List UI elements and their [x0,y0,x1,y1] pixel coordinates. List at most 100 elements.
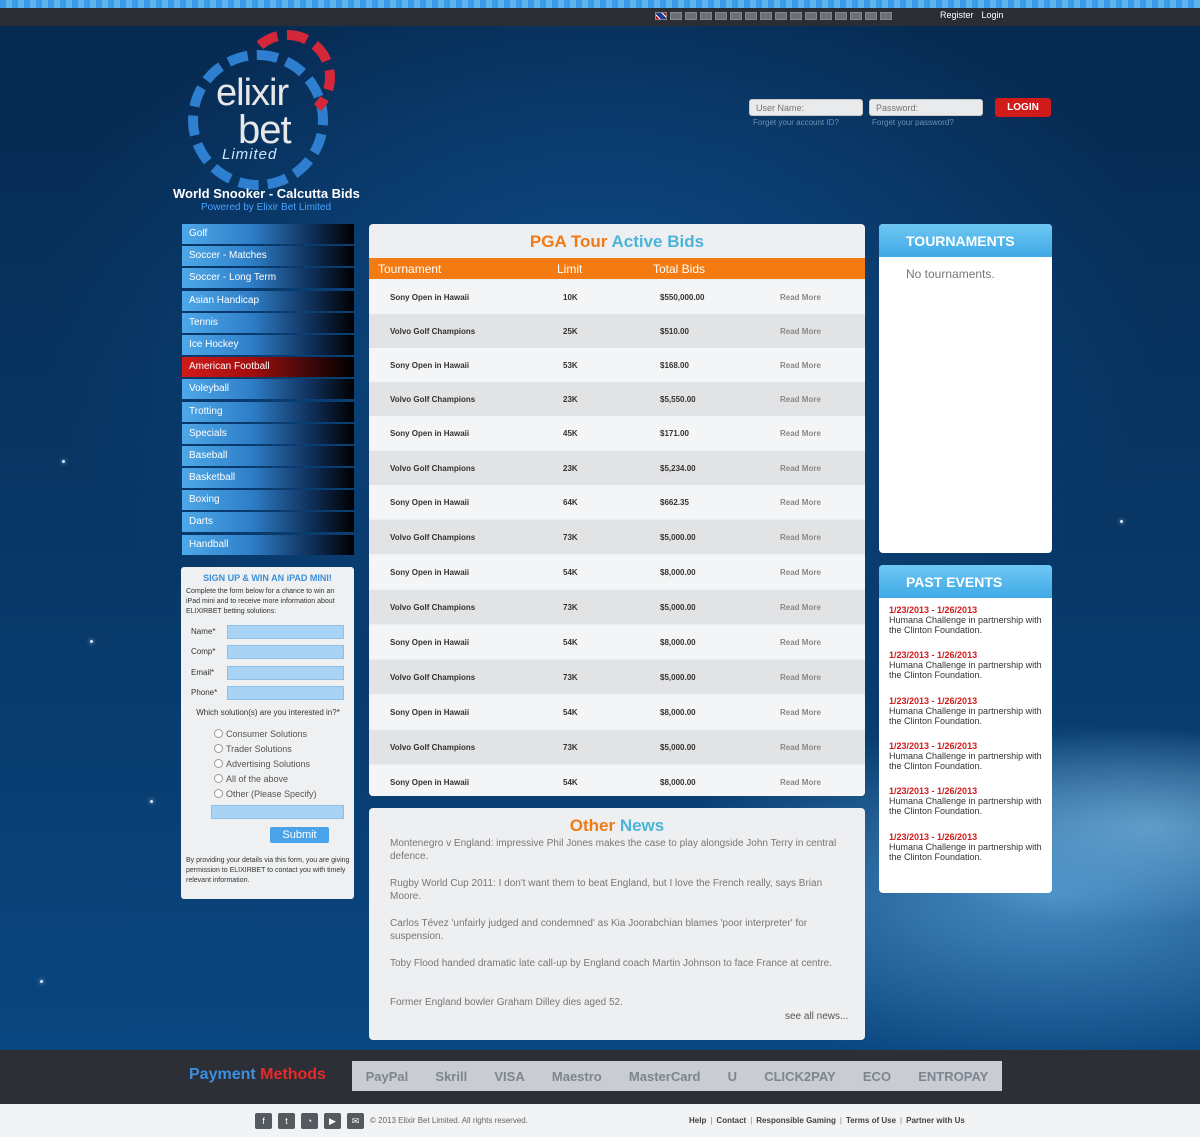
sidebar-item-ice-hockey[interactable]: Ice Hockey [182,334,354,355]
flag-icon[interactable] [700,12,712,20]
flag-icon[interactable] [715,12,727,20]
footer-link-partner-with-us[interactable]: Partner with Us [906,1116,965,1125]
past-event-item[interactable]: 1/23/2013 - 1/26/2013 Humana Challenge in… [889,605,1044,635]
company-input[interactable] [227,645,344,659]
sidebar-item-asian-handicap[interactable]: Asian Handicap [182,290,354,311]
past-event-item[interactable]: 1/23/2013 - 1/26/2013 Humana Challenge in… [889,696,1044,726]
read-more-link[interactable]: Read More [780,429,821,438]
username-input[interactable] [749,99,863,116]
radio-other[interactable]: Other (Please Specify) [214,789,317,799]
flag-icon[interactable] [730,12,742,20]
table-row: Volvo Golf Champions 23K $5,234.00 Read Mor… [369,451,865,485]
flag-icon[interactable] [685,12,697,20]
radio-advertising[interactable]: Advertising Solutions [214,759,310,769]
sidebar-item-soccer-matches[interactable]: Soccer - Matches [182,246,354,267]
news-item[interactable]: Former England bowler Graham Dilley dies… [390,996,844,1009]
sidebar-item-boxing[interactable]: Boxing [182,490,354,511]
flag-icon[interactable] [775,12,787,20]
sidebar-item-baseball[interactable]: Baseball [182,445,354,466]
radio-label: Advertising Solutions [226,759,311,769]
sidebar-item-voleyball[interactable]: Voleyball [182,379,354,400]
read-more-link[interactable]: Read More [780,498,821,507]
flag-icon[interactable] [865,12,877,20]
radio-consumer[interactable]: Consumer Solutions [214,729,307,739]
sidebar-item-tennis[interactable]: Tennis [182,312,354,333]
footer-link-terms-of-use[interactable]: Terms of Use [846,1116,896,1125]
login-button[interactable]: LOGIN [995,98,1051,117]
read-more-link[interactable]: Read More [780,603,821,612]
flag-icon[interactable] [835,12,847,20]
read-more-link[interactable]: Read More [780,293,821,302]
flag-icon[interactable] [790,12,802,20]
forgot-account-link[interactable]: Forget your account ID? [753,118,839,127]
sidebar-item-darts[interactable]: Darts [182,512,354,533]
table-row: Volvo Golf Champions 73K $5,000.00 Read Mor… [369,660,865,694]
read-more-link[interactable]: Read More [780,673,821,682]
news-item[interactable]: Rugby World Cup 2011: I don't want them … [390,877,844,903]
news-item[interactable]: Montenegro v England: impressive Phil Jo… [390,837,844,863]
email-icon[interactable]: ✉ [347,1113,364,1129]
footer-link-contact[interactable]: Contact [716,1116,746,1125]
youtube-icon[interactable]: ▶ [324,1113,341,1129]
flag-icon[interactable] [745,12,757,20]
password-input[interactable] [869,99,983,116]
flag-icon[interactable] [760,12,772,20]
news-item[interactable]: Carlos Tévez 'unfairly judged and condem… [390,917,844,943]
phone-input[interactable] [227,686,344,700]
radio-icon [214,774,223,783]
footer-separator: | [839,1116,842,1125]
tournament-cell: Sony Open in Hawaii [390,429,470,438]
email-input[interactable] [227,666,344,680]
news-item[interactable]: Toby Flood handed dramatic late call-up … [390,957,844,970]
read-more-link[interactable]: Read More [780,464,821,473]
other-specify-input[interactable] [211,805,344,819]
forgot-password-link[interactable]: Forget your password? [872,118,954,127]
past-event-item[interactable]: 1/23/2013 - 1/26/2013 Humana Challenge in… [889,741,1044,771]
sidebar-item-basketball[interactable]: Basketball [182,468,354,489]
read-more-link[interactable]: Read More [780,395,821,404]
sidebar-item-trotting[interactable]: Trotting [182,401,354,422]
flag-icon[interactable] [880,12,892,20]
rss-icon[interactable]: ◔ [301,1113,318,1129]
read-more-link[interactable]: Read More [780,778,821,787]
read-more-link[interactable]: Read More [780,533,821,542]
read-more-link[interactable]: Read More [780,708,821,717]
sidebar-item-specials[interactable]: Specials [182,423,354,444]
sparkle [90,640,93,643]
uk-flag-icon[interactable] [655,12,667,20]
sidebar-item-soccer-long-term[interactable]: Soccer - Long Term [182,268,354,289]
tournament-cell: Volvo Golf Champions [390,464,476,473]
signup-form: SIGN UP & WIN AN iPAD MINI! Complete the… [181,567,354,899]
flag-icon[interactable] [670,12,682,20]
total-bids-cell: $5,550.00 [660,395,696,404]
read-more-link[interactable]: Read More [780,743,821,752]
facebook-icon[interactable]: f [255,1113,272,1129]
limit-cell: 73K [563,603,578,612]
read-more-link[interactable]: Read More [780,361,821,370]
elixir-bet-logo[interactable]: elixir bet Limited [180,30,340,190]
twitter-icon[interactable]: t [278,1113,295,1129]
read-more-link[interactable]: Read More [780,327,821,336]
radio-trader[interactable]: Trader Solutions [214,744,292,754]
past-event-date: 1/23/2013 - 1/26/2013 [889,695,978,706]
name-input[interactable] [227,625,344,639]
read-more-link[interactable]: Read More [780,568,821,577]
past-event-item[interactable]: 1/23/2013 - 1/26/2013 Humana Challenge in… [889,650,1044,680]
register-link[interactable]: Register [940,10,974,20]
past-event-item[interactable]: 1/23/2013 - 1/26/2013 Humana Challenge in… [889,786,1044,816]
submit-button[interactable]: Submit [270,827,329,843]
see-all-news-link[interactable]: see all news... [785,1011,848,1022]
radio-all[interactable]: All of the above [214,774,288,784]
footer-link-responsible-gaming[interactable]: Responsible Gaming [756,1116,836,1125]
sidebar-item-american-football[interactable]: American Football [182,357,354,378]
flag-icon[interactable] [805,12,817,20]
past-event-item[interactable]: 1/23/2013 - 1/26/2013 Humana Challenge in… [889,832,1044,862]
sidebar-item-handball[interactable]: Handball [182,534,354,555]
sidebar-item-golf[interactable]: Golf [182,224,354,244]
login-link[interactable]: Login [982,10,1004,20]
flag-icon[interactable] [850,12,862,20]
table-row: Volvo Golf Champions 73K $5,000.00 Read Mor… [369,520,865,554]
read-more-link[interactable]: Read More [780,638,821,647]
flag-icon[interactable] [820,12,832,20]
footer-link-help[interactable]: Help [689,1116,706,1125]
